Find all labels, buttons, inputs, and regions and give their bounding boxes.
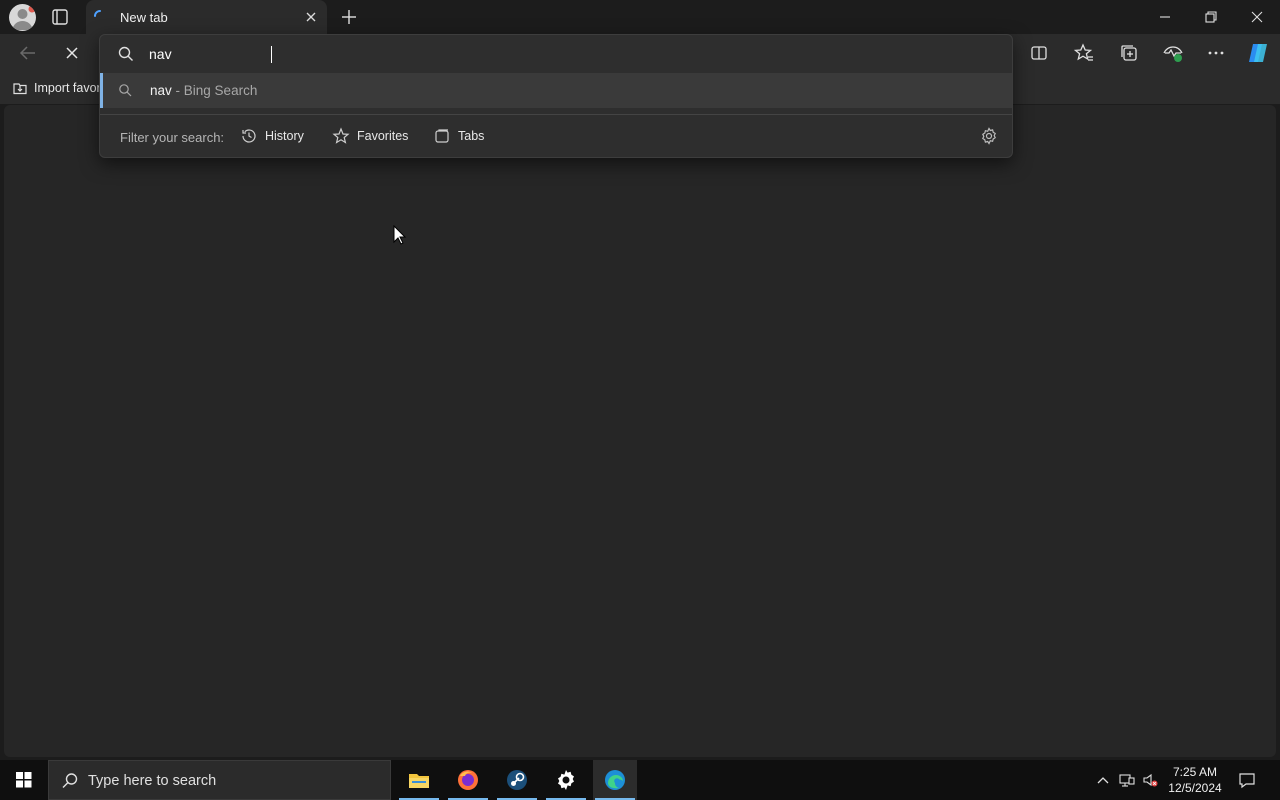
more-options-icon[interactable] bbox=[1205, 42, 1227, 64]
browser-essentials-icon[interactable] bbox=[1162, 42, 1184, 64]
firefox-app[interactable] bbox=[446, 760, 490, 800]
file-explorer-icon bbox=[407, 768, 431, 792]
address-input[interactable] bbox=[149, 44, 969, 64]
tabs-icon bbox=[433, 127, 451, 145]
copilot-icon[interactable] bbox=[1245, 40, 1271, 66]
start-button[interactable] bbox=[0, 760, 48, 800]
import-favorites-button[interactable]: Import favorites bbox=[12, 80, 102, 96]
profile-avatar-icon[interactable] bbox=[9, 4, 36, 31]
system-clock[interactable]: 7:25 AM 12/5/2024 bbox=[1162, 764, 1228, 796]
filter-favorites-button[interactable]: Favorites bbox=[332, 125, 408, 147]
text-caret bbox=[271, 46, 272, 63]
history-icon bbox=[240, 127, 258, 145]
tab-actions-icon[interactable] bbox=[48, 5, 72, 29]
search-filter-row: Filter your search: History Favorites Ta… bbox=[100, 115, 1012, 157]
suggestion-separator: - bbox=[171, 83, 184, 98]
filter-label: Filter your search: bbox=[120, 130, 225, 145]
taskbar: Type here to search 7:25 AM 12/5/2024 bbox=[0, 760, 1280, 800]
notification-center-icon[interactable] bbox=[1238, 771, 1256, 789]
clock-date: 12/5/2024 bbox=[1168, 781, 1222, 795]
filter-history-button[interactable]: History bbox=[240, 125, 304, 147]
favorites-star-icon[interactable] bbox=[1073, 42, 1095, 64]
page-content bbox=[4, 105, 1276, 757]
file-explorer-app[interactable] bbox=[397, 760, 441, 800]
search-icon bbox=[61, 772, 79, 790]
mouse-pointer-icon bbox=[393, 225, 407, 245]
close-tab-icon[interactable] bbox=[303, 9, 319, 25]
clock-time: 7:25 AM bbox=[1172, 765, 1218, 779]
loading-spinner-icon bbox=[92, 8, 108, 24]
steam-icon bbox=[505, 768, 529, 792]
edge-app[interactable] bbox=[593, 760, 637, 800]
import-icon bbox=[12, 80, 28, 96]
network-icon[interactable] bbox=[1119, 772, 1135, 788]
address-bar bbox=[100, 35, 1012, 73]
split-screen-icon[interactable] bbox=[1028, 42, 1050, 64]
settings-icon bbox=[554, 768, 578, 792]
steam-app[interactable] bbox=[495, 760, 539, 800]
tab-title: New tab bbox=[120, 10, 168, 25]
back-arrow-icon[interactable] bbox=[17, 42, 39, 64]
gear-icon[interactable] bbox=[980, 127, 998, 145]
suggestion-text: nav - Bing Search bbox=[150, 83, 257, 98]
collections-icon[interactable] bbox=[1118, 42, 1140, 64]
edge-icon bbox=[603, 768, 627, 792]
show-hidden-icons-icon[interactable] bbox=[1095, 772, 1111, 788]
suggestion-source: Bing Search bbox=[183, 83, 258, 98]
taskbar-search-placeholder: Type here to search bbox=[88, 773, 217, 789]
close-window-button[interactable] bbox=[1249, 9, 1265, 25]
volume-muted-icon[interactable] bbox=[1142, 772, 1158, 788]
taskbar-search-box[interactable]: Type here to search bbox=[48, 760, 391, 800]
filter-history-label: History bbox=[265, 129, 304, 143]
minimize-button[interactable] bbox=[1157, 9, 1173, 25]
filter-tabs-label: Tabs bbox=[458, 129, 485, 143]
new-tab-button[interactable] bbox=[338, 6, 360, 28]
restore-button[interactable] bbox=[1203, 9, 1219, 25]
filter-favorites-label: Favorites bbox=[357, 129, 409, 143]
import-favorites-label: Import favorites bbox=[34, 81, 102, 95]
stop-loading-icon[interactable] bbox=[61, 42, 83, 64]
search-icon bbox=[117, 45, 135, 63]
filter-tabs-button[interactable]: Tabs bbox=[433, 125, 484, 147]
tab-new-tab[interactable]: New tab bbox=[86, 0, 327, 34]
suggestion-query: nav bbox=[150, 83, 172, 98]
search-suggestion[interactable]: nav - Bing Search bbox=[100, 73, 1012, 108]
firefox-icon bbox=[456, 768, 480, 792]
settings-app[interactable] bbox=[544, 760, 588, 800]
address-bar-dropdown: nav - Bing Search Filter your search: Hi… bbox=[99, 34, 1013, 158]
title-bar: New tab bbox=[0, 0, 1280, 34]
star-icon bbox=[332, 127, 350, 145]
search-icon bbox=[118, 83, 133, 98]
